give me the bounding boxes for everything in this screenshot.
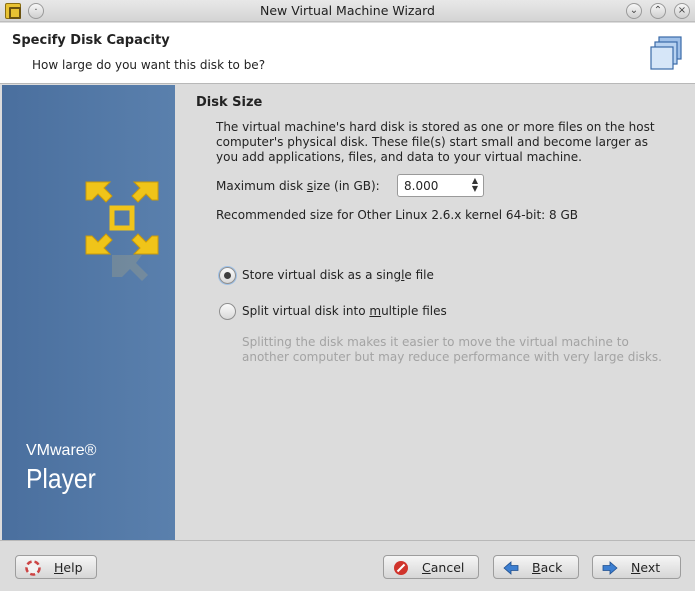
disk-size-panel: Disk Size The virtual machine's hard dis… — [175, 85, 695, 540]
cancel-label: Cancel — [422, 560, 464, 575]
single-file-label[interactable]: Store virtual disk as a single file — [242, 268, 434, 282]
label-mnemonic: C — [422, 560, 431, 575]
page-subtitle: How large do you want this disk to be? — [32, 58, 266, 72]
disk-size-value[interactable]: 8.000 — [404, 179, 438, 193]
label-part: Store virtual disk as a sing — [242, 268, 402, 282]
title-bar: · New Virtual Machine Wizard ⌄ ⌃ × — [0, 0, 695, 22]
brand-vmware: VMware® — [26, 442, 97, 459]
maximize-icon[interactable]: ⌃ — [650, 3, 666, 19]
brand-player: Player — [26, 463, 96, 494]
help-button[interactable]: Help — [15, 555, 97, 579]
spin-arrows-icon[interactable]: ▲ ▼ — [470, 177, 480, 194]
section-title: Disk Size — [196, 95, 263, 110]
arrow-right-icon — [602, 561, 618, 575]
label-part: ancel — [430, 560, 465, 575]
label-part: elp — [63, 560, 83, 575]
back-label: Back — [532, 560, 562, 575]
label-part: ize (in GB): — [313, 179, 380, 193]
minimize-icon[interactable]: ⌄ — [626, 3, 642, 19]
label-part: ultiple files — [381, 304, 447, 318]
window-title: New Virtual Machine Wizard — [260, 3, 435, 18]
cancel-icon — [394, 561, 408, 575]
virtual-disk-icon — [650, 36, 682, 70]
label-part: ext — [640, 560, 661, 575]
label-mnemonic: H — [54, 560, 64, 575]
page-title: Specify Disk Capacity — [12, 33, 170, 48]
recommended-size-text: Recommended size for Other Linux 2.6.x k… — [216, 208, 579, 222]
vmware-logo-icon — [85, 181, 159, 255]
cancel-button[interactable]: Cancel — [383, 555, 479, 579]
back-button[interactable]: Back — [493, 555, 579, 579]
label-part: e file — [404, 268, 434, 282]
next-label: Next — [631, 560, 660, 575]
multiple-files-radio[interactable] — [219, 303, 236, 320]
wizard-footer: Help Cancel Back Next — [0, 540, 695, 591]
max-disk-size-label: Maximum disk size (in GB): — [216, 179, 380, 193]
label-mnemonic: m — [369, 304, 382, 318]
multiple-files-label[interactable]: Split virtual disk into multiple files — [242, 304, 447, 318]
single-file-radio[interactable] — [219, 267, 236, 284]
next-button[interactable]: Next — [592, 555, 681, 579]
wizard-header: Specify Disk Capacity How large do you w… — [0, 23, 695, 84]
disk-size-spinbox[interactable]: 8.000 ▲ ▼ — [397, 174, 484, 197]
label-part: Maximum disk — [216, 179, 307, 193]
label-part: ack — [540, 560, 563, 575]
help-label: Help — [54, 560, 83, 575]
section-description: The virtual machine's hard disk is store… — [216, 120, 655, 164]
split-description: Splitting the disk makes it easier to mo… — [242, 335, 662, 364]
vmware-sidebar: VMware® Player — [2, 85, 175, 540]
close-icon[interactable]: × — [674, 3, 690, 19]
label-mnemonic: B — [532, 560, 541, 575]
logo-reflection — [112, 255, 148, 281]
arrow-left-icon — [503, 561, 519, 575]
help-icon — [25, 560, 41, 576]
label-mnemonic: N — [631, 560, 641, 575]
label-part: Split virtual disk into — [242, 304, 370, 318]
